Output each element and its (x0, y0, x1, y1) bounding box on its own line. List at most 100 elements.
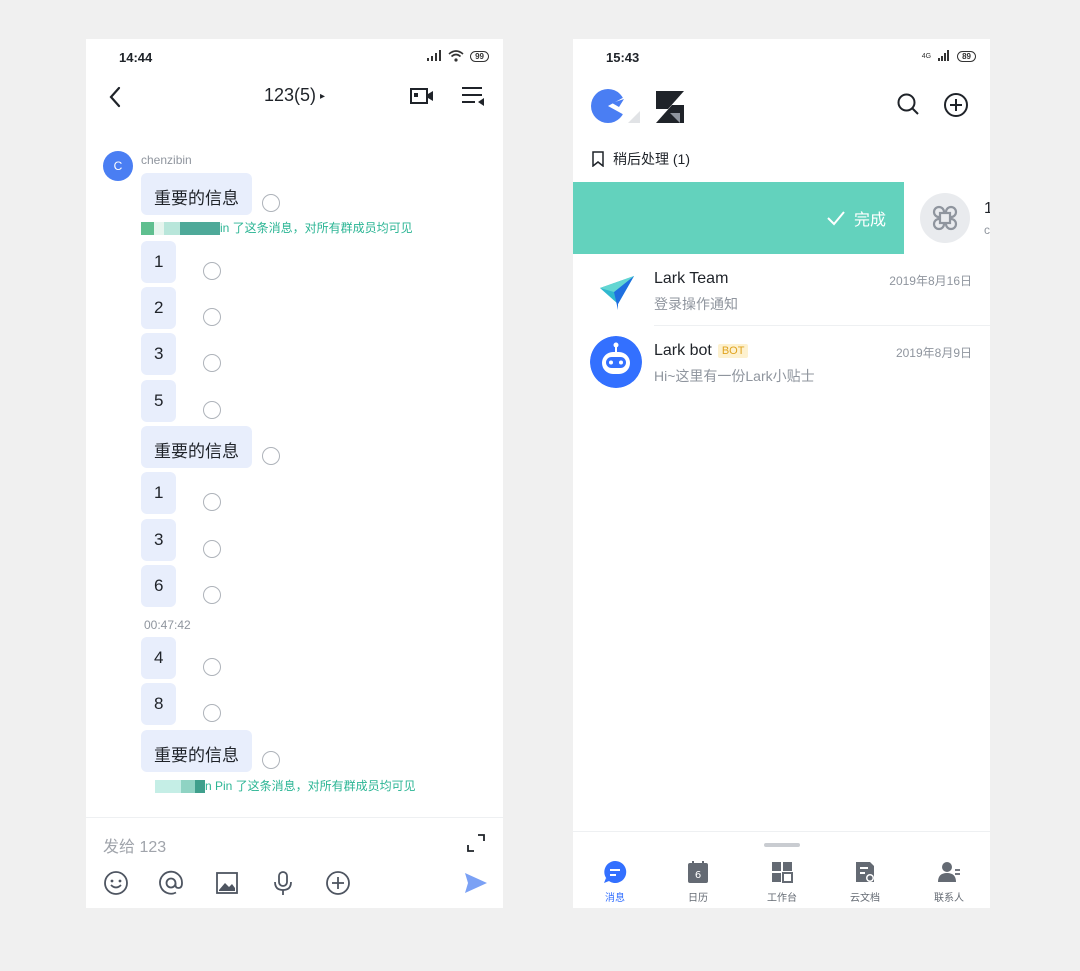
select-radio[interactable] (203, 262, 221, 280)
mic-icon[interactable] (270, 870, 296, 896)
message-bubble[interactable]: 1 (141, 472, 177, 514)
tab-label: 消息 (605, 893, 625, 904)
message-bubble[interactable]: 1 (141, 241, 177, 283)
tab-label: 工作台 (767, 893, 797, 904)
chat-screen: 14:44 99 123(5) ▸ C chenzibin 重要的信息 in 了这… (86, 39, 503, 908)
tab-messages[interactable]: 消息 (585, 860, 645, 904)
select-radio[interactable] (203, 658, 221, 676)
wifi-icon (448, 50, 464, 62)
calendar-tab-icon: 6 (688, 861, 708, 883)
signal-icon (427, 50, 442, 61)
drag-handle[interactable] (764, 843, 800, 847)
check-icon (827, 211, 845, 226)
message-bubble[interactable]: 3 (141, 519, 177, 561)
message-bubble[interactable]: 5 (141, 380, 177, 422)
top-header (573, 75, 990, 135)
message-bubble[interactable]: 8 (141, 683, 177, 725)
chat-preview: Hi~这里有一份Lark小贴士 (654, 368, 815, 384)
chat-preview-peek: c (984, 223, 990, 237)
send-icon[interactable] (463, 870, 489, 896)
avatar[interactable]: C (103, 151, 133, 181)
status-bar: 14:44 99 (86, 39, 503, 75)
status-bar: 15:43 4G 89 (573, 39, 990, 75)
search-icon[interactable] (896, 92, 920, 116)
tab-workplace[interactable]: 工作台 (752, 860, 812, 904)
tab-label: 联系人 (934, 893, 964, 904)
tab-label: 日历 (688, 893, 708, 904)
chat-item[interactable]: Lark bot BOT Hi~这里有一份Lark小贴士 2019年8月9日 (573, 326, 990, 398)
select-radio[interactable] (203, 704, 221, 722)
paper-plane-icon (600, 276, 634, 310)
pin-notice: n Pin 了这条消息，对所有群成员均可见 (155, 777, 416, 794)
tab-label: 云文档 (850, 893, 880, 904)
select-radio[interactable] (203, 493, 221, 511)
lark-logo-icon[interactable] (588, 87, 688, 123)
chat-title-peek: 1 (984, 200, 990, 217)
chat-header: 123(5) ▸ (86, 75, 503, 121)
tab-docs[interactable]: 云文档 (835, 860, 895, 904)
chat-name: Lark Team (654, 270, 729, 287)
tab-contacts[interactable]: 联系人 (919, 860, 979, 904)
messages-screen: 15:43 4G 89 稍后处理 (1) 完成 1 c Lark Team 登录… (573, 39, 990, 908)
robot-icon (590, 336, 642, 388)
message-bubble[interactable]: 4 (141, 637, 177, 679)
select-radio[interactable] (262, 194, 280, 212)
select-radio[interactable] (203, 354, 221, 372)
select-radio[interactable] (203, 586, 221, 604)
message-bubble[interactable]: 2 (141, 287, 177, 329)
network-label: 4G (921, 52, 932, 60)
chat-date: 2019年8月16日 (889, 274, 972, 288)
done-label: 完成 (853, 212, 886, 229)
composer: 发给 123 (86, 817, 503, 908)
emoji-icon[interactable] (103, 870, 129, 896)
chat-item[interactable]: Lark Team 登录操作通知 2019年8月16日 (573, 254, 990, 326)
sender-name: chenzibin (141, 153, 192, 167)
video-call-icon[interactable] (409, 84, 435, 108)
done-button[interactable]: 完成 (573, 182, 904, 254)
docs-tab-icon (856, 862, 874, 882)
calendar-day: 6 (695, 870, 701, 881)
pin-notice: in 了这条消息，对所有群成员均可见 (141, 219, 413, 236)
battery-indicator: 99 (470, 50, 489, 62)
select-radio[interactable] (203, 540, 221, 558)
message-bubble[interactable]: 3 (141, 333, 177, 375)
bot-badge: BOT (717, 344, 749, 358)
swiped-chat-item: 完成 1 c (573, 182, 990, 254)
select-radio[interactable] (262, 751, 280, 769)
at-icon[interactable] (158, 870, 184, 896)
battery-indicator: 89 (957, 50, 976, 62)
later-row[interactable]: 稍后处理 (1) (591, 149, 690, 169)
message-input[interactable]: 发给 123 (103, 833, 166, 857)
status-time: 15:43 (606, 50, 640, 65)
image-icon[interactable] (214, 870, 240, 896)
add-icon[interactable] (943, 92, 969, 118)
plus-circle-icon[interactable] (325, 870, 351, 896)
chat-preview: 登录操作通知 (654, 296, 738, 312)
select-radio[interactable] (203, 308, 221, 326)
message-bubble[interactable]: 重要的信息 (141, 173, 252, 215)
shortcut-icon (932, 205, 958, 231)
tab-calendar[interactable]: 6 日历 (668, 860, 728, 904)
later-label: 稍后处理 (1) (613, 151, 690, 167)
caret-right-icon: ▸ (320, 90, 326, 102)
messages-tab-icon (604, 860, 627, 883)
signal-icon (938, 50, 950, 61)
avatar[interactable] (920, 193, 970, 243)
time-separator: 00:47:42 (144, 618, 191, 632)
bottom-tabbar: 消息 6 日历 工作台 云文档 联系人 (573, 831, 990, 908)
message-bubble[interactable]: 重要的信息 (141, 426, 252, 468)
message-bubble[interactable]: 重要的信息 (141, 730, 252, 772)
message-bubble[interactable]: 6 (141, 565, 177, 607)
chat-name: Lark bot (654, 342, 712, 359)
chat-date: 2019年8月9日 (895, 346, 972, 360)
chat-title[interactable]: 123(5) ▸ (86, 85, 503, 106)
contacts-tab-icon (938, 862, 960, 882)
select-radio[interactable] (262, 447, 280, 465)
status-time: 14:44 (119, 50, 153, 65)
bookmark-icon (592, 151, 604, 167)
workplace-tab-icon (772, 862, 793, 883)
expand-icon[interactable] (466, 833, 486, 853)
message-list[interactable]: C chenzibin 重要的信息 in 了这条消息，对所有群成员均可见 1 2… (86, 121, 503, 817)
menu-icon[interactable] (460, 83, 486, 109)
select-radio[interactable] (203, 401, 221, 419)
